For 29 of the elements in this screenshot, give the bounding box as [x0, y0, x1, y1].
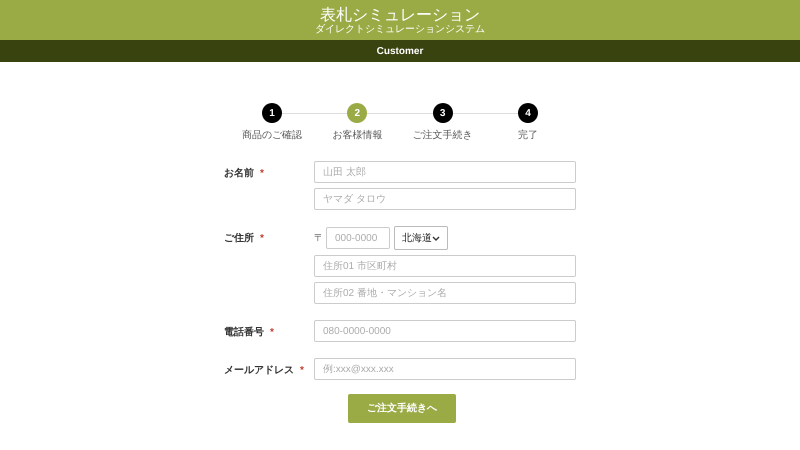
chevron-down-icon	[432, 236, 440, 240]
step-number: 1	[262, 103, 282, 123]
input-field[interactable]: 住所01 市区町村	[314, 255, 576, 277]
input-field[interactable]: 080-0000-0000	[314, 320, 576, 342]
step-number: 4	[518, 103, 538, 123]
input-field[interactable]: 山田 太郎	[314, 161, 576, 183]
required-mark: *	[260, 232, 264, 246]
prefecture-select[interactable]: 北海道	[394, 226, 448, 250]
step-number: 2	[347, 103, 368, 123]
input-field[interactable]: 例:xxx@xxx.xxx	[314, 358, 576, 380]
field-label: メールアドレス	[224, 364, 294, 378]
site-subtitle: ダイレクトシミュレーションシステム	[315, 24, 485, 34]
step-label: お客様情報	[332, 128, 382, 143]
step-label: 完了	[518, 128, 538, 143]
required-mark: *	[260, 167, 264, 181]
required-mark: *	[270, 326, 274, 340]
input-field[interactable]: ヤマダ タロウ	[314, 188, 576, 210]
input-field[interactable]: 000-0000	[326, 227, 390, 249]
nav-label: Customer	[376, 44, 424, 58]
input-field[interactable]: 住所02 番地・マンション名	[314, 282, 576, 304]
site-title: 表札シミュレーション	[320, 6, 480, 24]
field-label: ご住所	[224, 232, 254, 246]
field-label: 電話番号	[224, 326, 264, 340]
field-label: お名前	[224, 166, 254, 181]
postal-mark: 〒	[314, 232, 322, 246]
required-mark: *	[300, 364, 304, 378]
step-label: ご注文手続き	[412, 128, 473, 143]
step-label: 商品のご確認	[242, 128, 302, 143]
step-number: 3	[432, 103, 453, 123]
